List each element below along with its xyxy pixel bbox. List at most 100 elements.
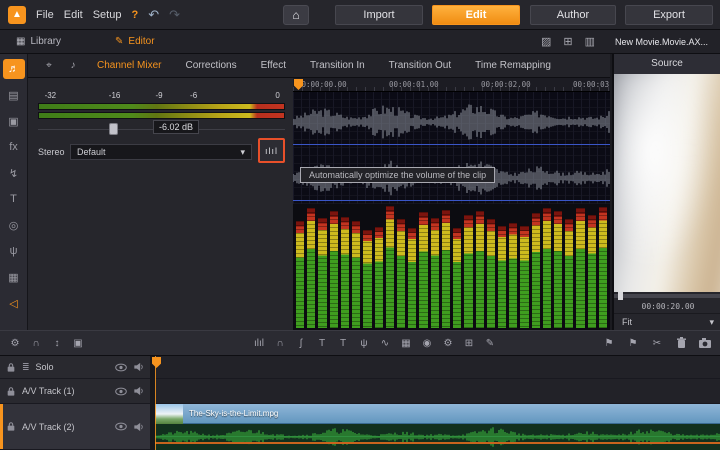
tab-transition-in[interactable]: Transition In — [299, 60, 376, 71]
redo-icon[interactable]: ↷ — [169, 8, 180, 21]
help-icon[interactable]: ? — [131, 9, 138, 21]
magnet-icon[interactable]: ∩ — [27, 338, 45, 349]
volume-envelope-line[interactable] — [155, 442, 720, 444]
dual-display-icon[interactable]: ▥ — [585, 35, 595, 48]
track-name[interactable]: A/V Track (1) — [22, 386, 109, 396]
track-2-lane[interactable]: The-Sky-is-the-Limit.mpg — [155, 403, 720, 450]
tab-time-remapping[interactable]: Time Remapping — [464, 60, 562, 71]
fx-icon[interactable]: fx — [3, 137, 25, 157]
pin-icon[interactable]: ⌖ — [38, 60, 60, 71]
video-icon[interactable]: ▤ — [3, 85, 25, 105]
tab-transition-out[interactable]: Transition Out — [378, 60, 462, 71]
snapshot-icon[interactable] — [696, 337, 714, 349]
tab-editor[interactable]: ✎ Editor — [109, 36, 161, 47]
edit-tool-icon[interactable]: ✎ — [481, 338, 499, 349]
subtitle-tool-icon[interactable]: T — [334, 338, 352, 349]
track-content[interactable]: The-Sky-is-the-Limit.mpg — [152, 356, 720, 450]
home-button[interactable]: ⌂ — [283, 5, 309, 25]
voiceover-icon[interactable]: ψ — [355, 338, 373, 349]
eye-icon[interactable] — [115, 363, 127, 372]
scrubber-handle[interactable] — [618, 292, 623, 300]
volume-slider-handle[interactable] — [109, 123, 118, 135]
snap-icon[interactable]: ∩ — [271, 338, 289, 349]
track-header-solo[interactable]: ≣ Solo — [0, 356, 150, 379]
audio-note-icon[interactable]: ♪ — [62, 60, 84, 71]
disc-icon[interactable]: ◎ — [3, 215, 25, 235]
stereo-waveform-display[interactable] — [293, 92, 610, 204]
track-1-lane[interactable] — [155, 379, 720, 404]
scale-label: -9 — [155, 91, 163, 100]
marker-out-icon[interactable]: ⚑ — [624, 338, 642, 349]
tab-effect[interactable]: Effect — [250, 60, 297, 71]
zoom-fit-select[interactable]: Fit ▾ — [614, 313, 720, 330]
spectrum-bar — [542, 208, 552, 328]
speaker-icon[interactable] — [133, 422, 144, 432]
lock-icon[interactable] — [6, 386, 16, 397]
add-track-icon[interactable]: ⊞ — [460, 338, 478, 349]
speaker-icon[interactable] — [133, 362, 144, 372]
spectrum-bar — [385, 206, 394, 328]
speaker-category-icon[interactable]: ◁ — [3, 293, 25, 313]
sort-icon[interactable]: ↕ — [48, 338, 66, 349]
solo-button[interactable]: Solo — [36, 362, 109, 372]
tab-channel-mixer[interactable]: Channel Mixer — [86, 60, 172, 71]
tab-corrections[interactable]: Corrections — [174, 60, 247, 71]
copy-icon[interactable]: ⊞ — [563, 35, 572, 48]
fit-value: Fit — [622, 317, 632, 327]
track-header-1[interactable]: A/V Track (1) — [0, 379, 150, 404]
edit-button[interactable]: Edit — [432, 5, 520, 25]
preview-scrubber[interactable] — [614, 292, 720, 300]
waveform-panel[interactable]: 00:00:00.00 00:00:01.00 00:00:02.00 00:0… — [293, 78, 610, 330]
menu-edit[interactable]: Edit — [64, 9, 83, 21]
ruler-label: 00:00:03.00 — [573, 80, 610, 89]
timeline: ≣ Solo A/V Track (1) A/V Track (2) The-S… — [0, 356, 720, 450]
storyboard-icon[interactable]: ▣ — [69, 338, 87, 349]
keyframe-curve-icon[interactable]: ʃ — [292, 338, 310, 349]
marker-in-icon[interactable]: ⚑ — [600, 338, 618, 349]
transitions-icon[interactable]: ↯ — [3, 163, 25, 183]
panel-layout-icon[interactable]: ▨ — [541, 35, 551, 48]
title-tool-icon[interactable]: T — [313, 338, 331, 349]
photo-icon[interactable]: ▣ — [3, 111, 25, 131]
timeline-ruler[interactable]: 00:00:00.00 00:00:01.00 00:00:02.00 00:0… — [293, 78, 610, 92]
title-icon[interactable]: T — [3, 189, 25, 209]
eye-icon[interactable] — [115, 422, 127, 431]
track-header-2[interactable]: A/V Track (2) — [0, 404, 150, 450]
menu-setup[interactable]: Setup — [93, 9, 122, 21]
audio-mixer-icon[interactable]: ılıl — [250, 338, 268, 349]
menu-file[interactable]: File — [36, 9, 54, 21]
chevron-down-icon: ▾ — [240, 146, 245, 157]
export-button[interactable]: Export — [625, 5, 713, 25]
lock-icon[interactable] — [6, 362, 16, 373]
razor-icon[interactable]: ✂ — [648, 338, 666, 349]
spectrum-bar — [307, 208, 316, 328]
mic-icon[interactable]: ψ — [3, 241, 25, 261]
audio-clip-waveform[interactable] — [155, 424, 720, 450]
editor-tab-label: Editor — [128, 36, 155, 47]
track-list-icon[interactable]: ≣ — [22, 362, 30, 373]
author-button[interactable]: Author — [530, 5, 616, 25]
playhead-line[interactable] — [155, 356, 156, 450]
preview-highlight — [614, 74, 720, 292]
import-button[interactable]: Import — [335, 5, 423, 25]
undo-icon[interactable]: ↶ — [148, 8, 159, 21]
tab-library[interactable]: ▦ Library — [10, 36, 67, 47]
multicam-icon[interactable]: ▦ — [397, 338, 415, 349]
eye-icon[interactable] — [115, 387, 127, 396]
solo-track-lane[interactable] — [155, 356, 720, 379]
speaker-icon[interactable] — [133, 386, 144, 396]
editor-tabbar: ⌖ ♪ Channel Mixer Corrections Effect Tra… — [28, 54, 610, 78]
lock-icon[interactable] — [6, 421, 16, 432]
channel-preset-select[interactable]: Default ▾ — [70, 144, 252, 160]
wave-tool-icon[interactable]: ∿ — [376, 338, 394, 349]
media-icon[interactable]: ♬ — [2, 59, 25, 79]
optimize-volume-button[interactable]: ılıl — [258, 138, 285, 163]
channel-preset-value: Default — [77, 147, 106, 157]
trash-icon[interactable] — [672, 337, 690, 349]
settings-icon[interactable]: ⚙ — [6, 338, 24, 349]
track-name[interactable]: A/V Track (2) — [22, 422, 109, 432]
record-icon[interactable]: ◉ — [418, 338, 436, 349]
gear-icon[interactable]: ⚙ — [439, 338, 457, 349]
montage-icon[interactable]: ▦ — [3, 267, 25, 287]
video-clip[interactable]: The-Sky-is-the-Limit.mpg — [155, 403, 720, 424]
